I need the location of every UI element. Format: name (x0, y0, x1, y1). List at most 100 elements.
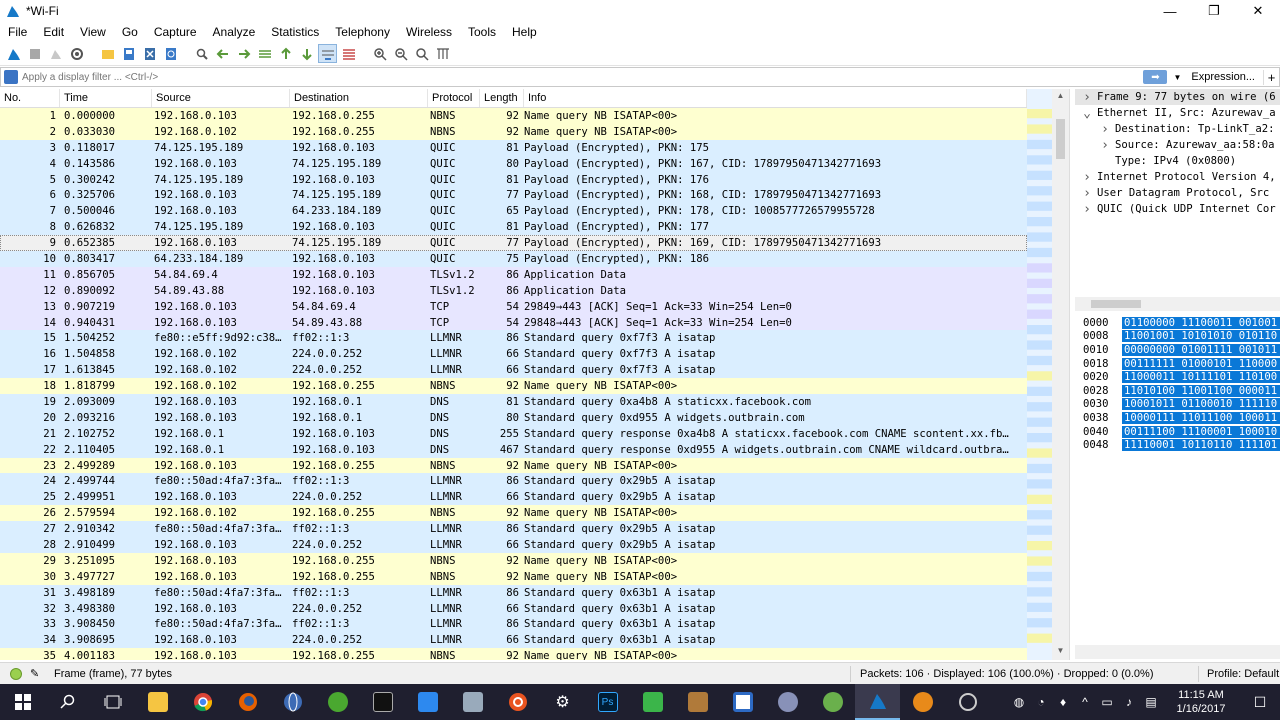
table-row[interactable]: 3 0.118017 74.125.195.189 192.168.0.103 QUIC… (0, 139, 1027, 156)
table-row[interactable]: 4 0.143586 192.168.0.103 74.125.195.189 QUIC… (0, 155, 1027, 172)
table-row[interactable]: 19 2.093009 192.168.0.103 192.168.0.1 DNS 81 S… (0, 394, 1027, 410)
table-row[interactable]: 29 3.251095 192.168.0.103 192.168.0.255 NBNS… (0, 552, 1027, 569)
add-filter-button[interactable]: + (1263, 69, 1279, 85)
chevron-up-icon[interactable]: ^ (1074, 695, 1096, 709)
keyboard-icon[interactable]: ▤ (1140, 695, 1162, 709)
menu-tools[interactable]: Tools (460, 25, 504, 39)
maximize-button[interactable]: ❐ (1192, 0, 1236, 22)
android-icon[interactable] (810, 684, 855, 720)
table-row[interactable]: 10 0.803417 64.233.184.189 192.168.0.103 QUI… (0, 251, 1027, 267)
table-row[interactable]: 16 1.504858 192.168.0.102 224.0.0.252 LLMNR 6… (0, 346, 1027, 363)
go-to-packet-icon[interactable] (255, 44, 274, 63)
chevron-right-icon[interactable]: › (1081, 90, 1093, 105)
column-source[interactable]: Source (152, 89, 290, 107)
table-row[interactable]: 1 0.000000 192.168.0.103 192.168.0.255 NBNS 9… (0, 108, 1027, 124)
table-row[interactable]: 28 2.910499 192.168.0.103 224.0.0.252 LLMNR 6… (0, 537, 1027, 553)
close-button[interactable]: ✕ (1236, 0, 1280, 22)
table-row[interactable]: 14 0.940431 192.168.0.103 54.89.43.88 TCP 54 2… (0, 314, 1027, 331)
go-back-icon[interactable] (213, 44, 232, 63)
menu-edit[interactable]: Edit (35, 25, 72, 39)
ubuntu-icon[interactable] (495, 684, 540, 720)
edit-comment-icon[interactable]: ✎ (30, 667, 42, 680)
table-row[interactable]: 12 0.890092 54.89.43.88 192.168.0.103 TLSv1.… (0, 282, 1027, 299)
details-tree-item[interactable]: › Frame 9: 77 bytes on wire (6 (1075, 89, 1280, 105)
status-profile[interactable]: Profile: Default (1207, 668, 1279, 680)
details-tree-item[interactable]: › Source: Azurewav_aa:58:0a (1075, 137, 1280, 153)
column-no[interactable]: No. (0, 89, 60, 107)
app-orange-icon[interactable] (900, 684, 945, 720)
expression-button[interactable]: Expression... (1183, 71, 1263, 83)
tray-shield-icon[interactable]: ♦ (1052, 695, 1074, 709)
stop-capture-icon[interactable] (25, 44, 44, 63)
table-row[interactable]: 21 2.102752 192.168.0.1 192.168.0.103 DNS 255… (0, 425, 1027, 442)
menu-analyze[interactable]: Analyze (205, 25, 264, 39)
bytes-row[interactable]: 0038 10000111 11011100 100011 (1075, 411, 1280, 425)
bytes-row[interactable]: 0020 11000011 10111101 110100 (1075, 370, 1280, 384)
table-row[interactable]: 24 2.499744 fe80::50ad:4fa7:3fa… ff02::1:3 L… (0, 473, 1027, 490)
table-row[interactable]: 30 3.497727 192.168.0.103 192.168.0.255 NBNS… (0, 568, 1027, 585)
menu-view[interactable]: View (72, 25, 114, 39)
firefox-icon[interactable] (225, 684, 270, 720)
column-protocol[interactable]: Protocol (428, 89, 480, 107)
table-row[interactable]: 32 3.498380 192.168.0.103 224.0.0.252 LLMNR 6… (0, 600, 1027, 617)
packet-list-scrollbar[interactable]: ▲ ▼ (1052, 89, 1069, 660)
task-view-icon[interactable] (90, 684, 135, 720)
details-hscrollbar[interactable] (1075, 297, 1280, 311)
menu-wireless[interactable]: Wireless (398, 25, 460, 39)
bytes-row[interactable]: 0000 01100000 11100011 001001 (1075, 316, 1280, 330)
tray-app-icon[interactable]: ◍ (1008, 695, 1030, 709)
table-row[interactable]: 8 0.626832 74.125.195.189 192.168.0.103 QUIC… (0, 219, 1027, 236)
table-row[interactable]: 15 1.504252 fe80::e5ff:9d92:c38… ff02::1:3 L… (0, 330, 1027, 347)
app-blue-icon[interactable] (720, 684, 765, 720)
table-row[interactable]: 27 2.910342 fe80::50ad:4fa7:3fa… ff02::1:3 L… (0, 521, 1027, 538)
autoscroll-icon[interactable] (318, 44, 337, 63)
start-capture-icon[interactable] (4, 44, 23, 63)
table-row[interactable]: 34 3.908695 192.168.0.103 224.0.0.252 LLMNR 6… (0, 632, 1027, 649)
menu-telephony[interactable]: Telephony (327, 25, 398, 39)
filter-history-dropdown[interactable]: ▼ (1171, 73, 1183, 82)
chevron-right-icon[interactable]: › (1081, 170, 1093, 185)
table-row[interactable]: 5 0.300242 74.125.195.189 192.168.0.103 QUIC… (0, 171, 1027, 188)
zoom-normal-icon[interactable] (412, 44, 431, 63)
details-tree-item[interactable]: › Internet Protocol Version 4, (1075, 169, 1280, 185)
table-row[interactable]: 25 2.499951 192.168.0.103 224.0.0.252 LLMNR 6… (0, 489, 1027, 506)
notification-icon[interactable]: ☐ (1240, 694, 1280, 711)
settings-gear-icon[interactable]: ⚙ (540, 684, 585, 720)
bytes-hscrollbar[interactable] (1075, 645, 1280, 659)
zoom-out-icon[interactable] (391, 44, 410, 63)
find-packet-icon[interactable] (192, 44, 211, 63)
column-time[interactable]: Time (60, 89, 152, 107)
menu-statistics[interactable]: Statistics (263, 25, 327, 39)
details-tree-item[interactable]: › Destination: Tp-LinkT_a2: (1075, 121, 1280, 137)
scroll-down-icon[interactable]: ▼ (1052, 646, 1069, 658)
app-brown-icon[interactable] (675, 684, 720, 720)
photoshop-icon[interactable]: Ps (585, 684, 630, 720)
bytes-row[interactable]: 0030 10001011 01100010 111110 (1075, 398, 1280, 412)
column-destination[interactable]: Destination (290, 89, 428, 107)
start-windows-icon[interactable] (0, 684, 45, 720)
scrollbar-thumb[interactable] (1056, 119, 1065, 159)
reload-file-icon[interactable] (161, 44, 180, 63)
table-row[interactable]: 9 0.652385 192.168.0.103 74.125.195.189 QUIC… (0, 235, 1027, 252)
minimize-button[interactable]: — (1148, 0, 1192, 22)
details-tree-item[interactable]: › User Datagram Protocol, Src (1075, 185, 1280, 201)
clock[interactable]: 11:15 AM 1/16/2017 (1162, 688, 1240, 716)
table-row[interactable]: 31 3.498189 fe80::50ad:4fa7:3fa… ff02::1:3 L… (0, 584, 1027, 601)
network-icon[interactable]: ▭ (1096, 695, 1118, 709)
menu-help[interactable]: Help (504, 25, 545, 39)
resize-columns-icon[interactable] (433, 44, 452, 63)
bytes-row[interactable]: 0048 11110001 10110110 111101 (1075, 438, 1280, 452)
app-green-square-icon[interactable] (630, 684, 675, 720)
save-file-icon[interactable] (119, 44, 138, 63)
bytes-row[interactable]: 0028 11010100 11001100 000011 (1075, 384, 1280, 398)
colorize-icon[interactable] (339, 44, 358, 63)
menu-capture[interactable]: Capture (146, 25, 205, 39)
menu-file[interactable]: File (0, 25, 35, 39)
display-filter-input[interactable] (22, 71, 1144, 83)
apply-filter-button[interactable]: ➡ (1143, 70, 1168, 84)
bytes-row[interactable]: 0010 00000000 01001111 001011 (1075, 343, 1280, 357)
chevron-right-icon[interactable]: › (1081, 186, 1093, 201)
app-globe-icon[interactable] (270, 684, 315, 720)
table-row[interactable]: 11 0.856705 54.84.69.4 192.168.0.103 TLSv1.2… (0, 266, 1027, 283)
details-tree-item[interactable]: Type: IPv4 (0x0800) (1075, 153, 1280, 169)
